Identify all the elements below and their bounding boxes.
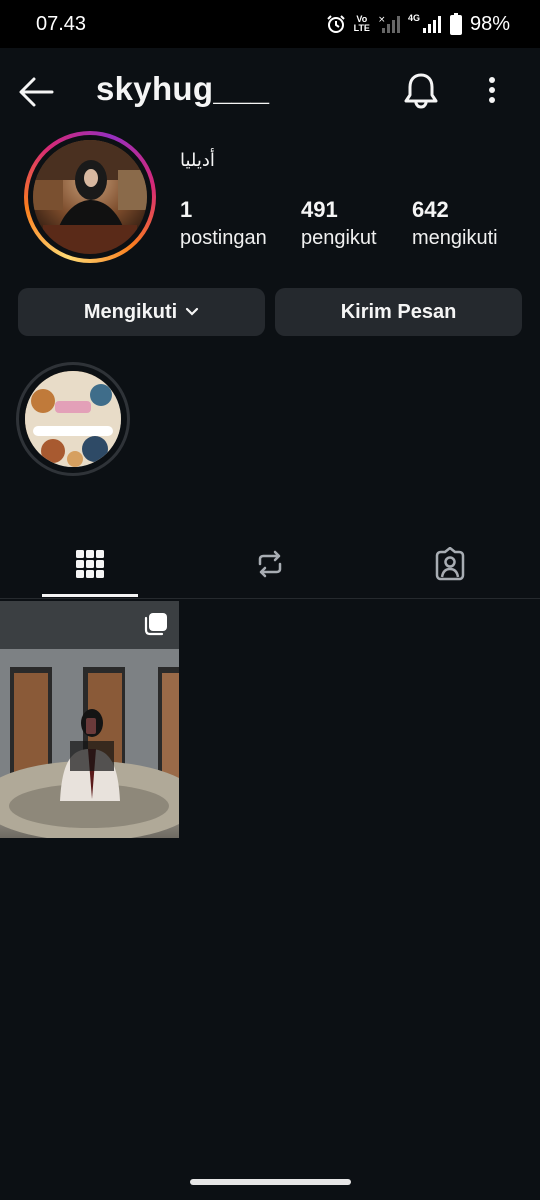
status-time: 07.43: [36, 12, 87, 35]
post-thumbnail[interactable]: [0, 601, 179, 838]
tab-posts-grid[interactable]: [0, 530, 180, 598]
tagged-person-icon: [435, 547, 465, 581]
profile-tabs: [0, 530, 540, 598]
following-button[interactable]: Mengikuti: [18, 288, 265, 336]
stat-posts-label: postingan: [180, 227, 267, 249]
following-button-label: Mengikuti: [83, 300, 178, 323]
profile-username: skyhug___: [96, 70, 270, 107]
home-indicator[interactable]: [190, 1179, 351, 1185]
tabs-divider: [0, 598, 540, 599]
active-tab-indicator: [42, 594, 138, 597]
signal-sim1-icon: ×: [378, 15, 400, 33]
tab-reposts[interactable]: [180, 530, 360, 598]
stat-followers[interactable]: 491 pengikut: [301, 197, 377, 250]
alarm-icon: [326, 15, 345, 33]
stat-followers-count: 491: [301, 197, 338, 222]
stat-following-label: mengikuti: [412, 227, 498, 249]
story-highlight-cover: [25, 371, 121, 467]
stat-posts-count: 1: [180, 197, 193, 222]
notifications-button[interactable]: [401, 70, 441, 110]
carousel-icon: [144, 613, 167, 636]
stat-following-count: 642: [412, 197, 449, 222]
avatar-photo: [33, 140, 147, 254]
stat-posts[interactable]: 1 postingan: [180, 197, 267, 250]
send-message-button[interactable]: Kirim Pesan: [275, 288, 522, 336]
profile-full-name: أديليا: [180, 150, 215, 170]
vertical-dots-icon: [489, 77, 495, 103]
bell-icon: [404, 73, 438, 109]
battery-icon: [449, 13, 462, 35]
send-message-label: Kirim Pesan: [340, 300, 457, 323]
more-options-button[interactable]: [480, 72, 504, 112]
signal-sim2-icon: 4G: [408, 14, 442, 34]
chevron-down-icon: [186, 307, 199, 316]
volte-indicator: Vo LTE: [353, 14, 370, 33]
battery-percent: 98%: [469, 12, 510, 35]
story-highlight[interactable]: [16, 362, 130, 476]
grid-icon: [76, 550, 104, 578]
repost-icon: [258, 550, 282, 578]
back-button[interactable]: [16, 72, 56, 112]
stat-followers-label: pengikut: [301, 227, 377, 249]
status-icons: Vo LTE × 4G 98%: [326, 13, 510, 36]
profile-header: skyhug___: [0, 48, 540, 134]
stat-following[interactable]: 642 mengikuti: [412, 197, 498, 250]
svg-text:×: ×: [378, 15, 386, 25]
arrow-left-icon: [19, 77, 54, 107]
status-bar: 07.43 Vo LTE × 4G 98%: [0, 0, 540, 48]
tab-tagged[interactable]: [360, 530, 540, 598]
profile-avatar[interactable]: [24, 131, 156, 263]
